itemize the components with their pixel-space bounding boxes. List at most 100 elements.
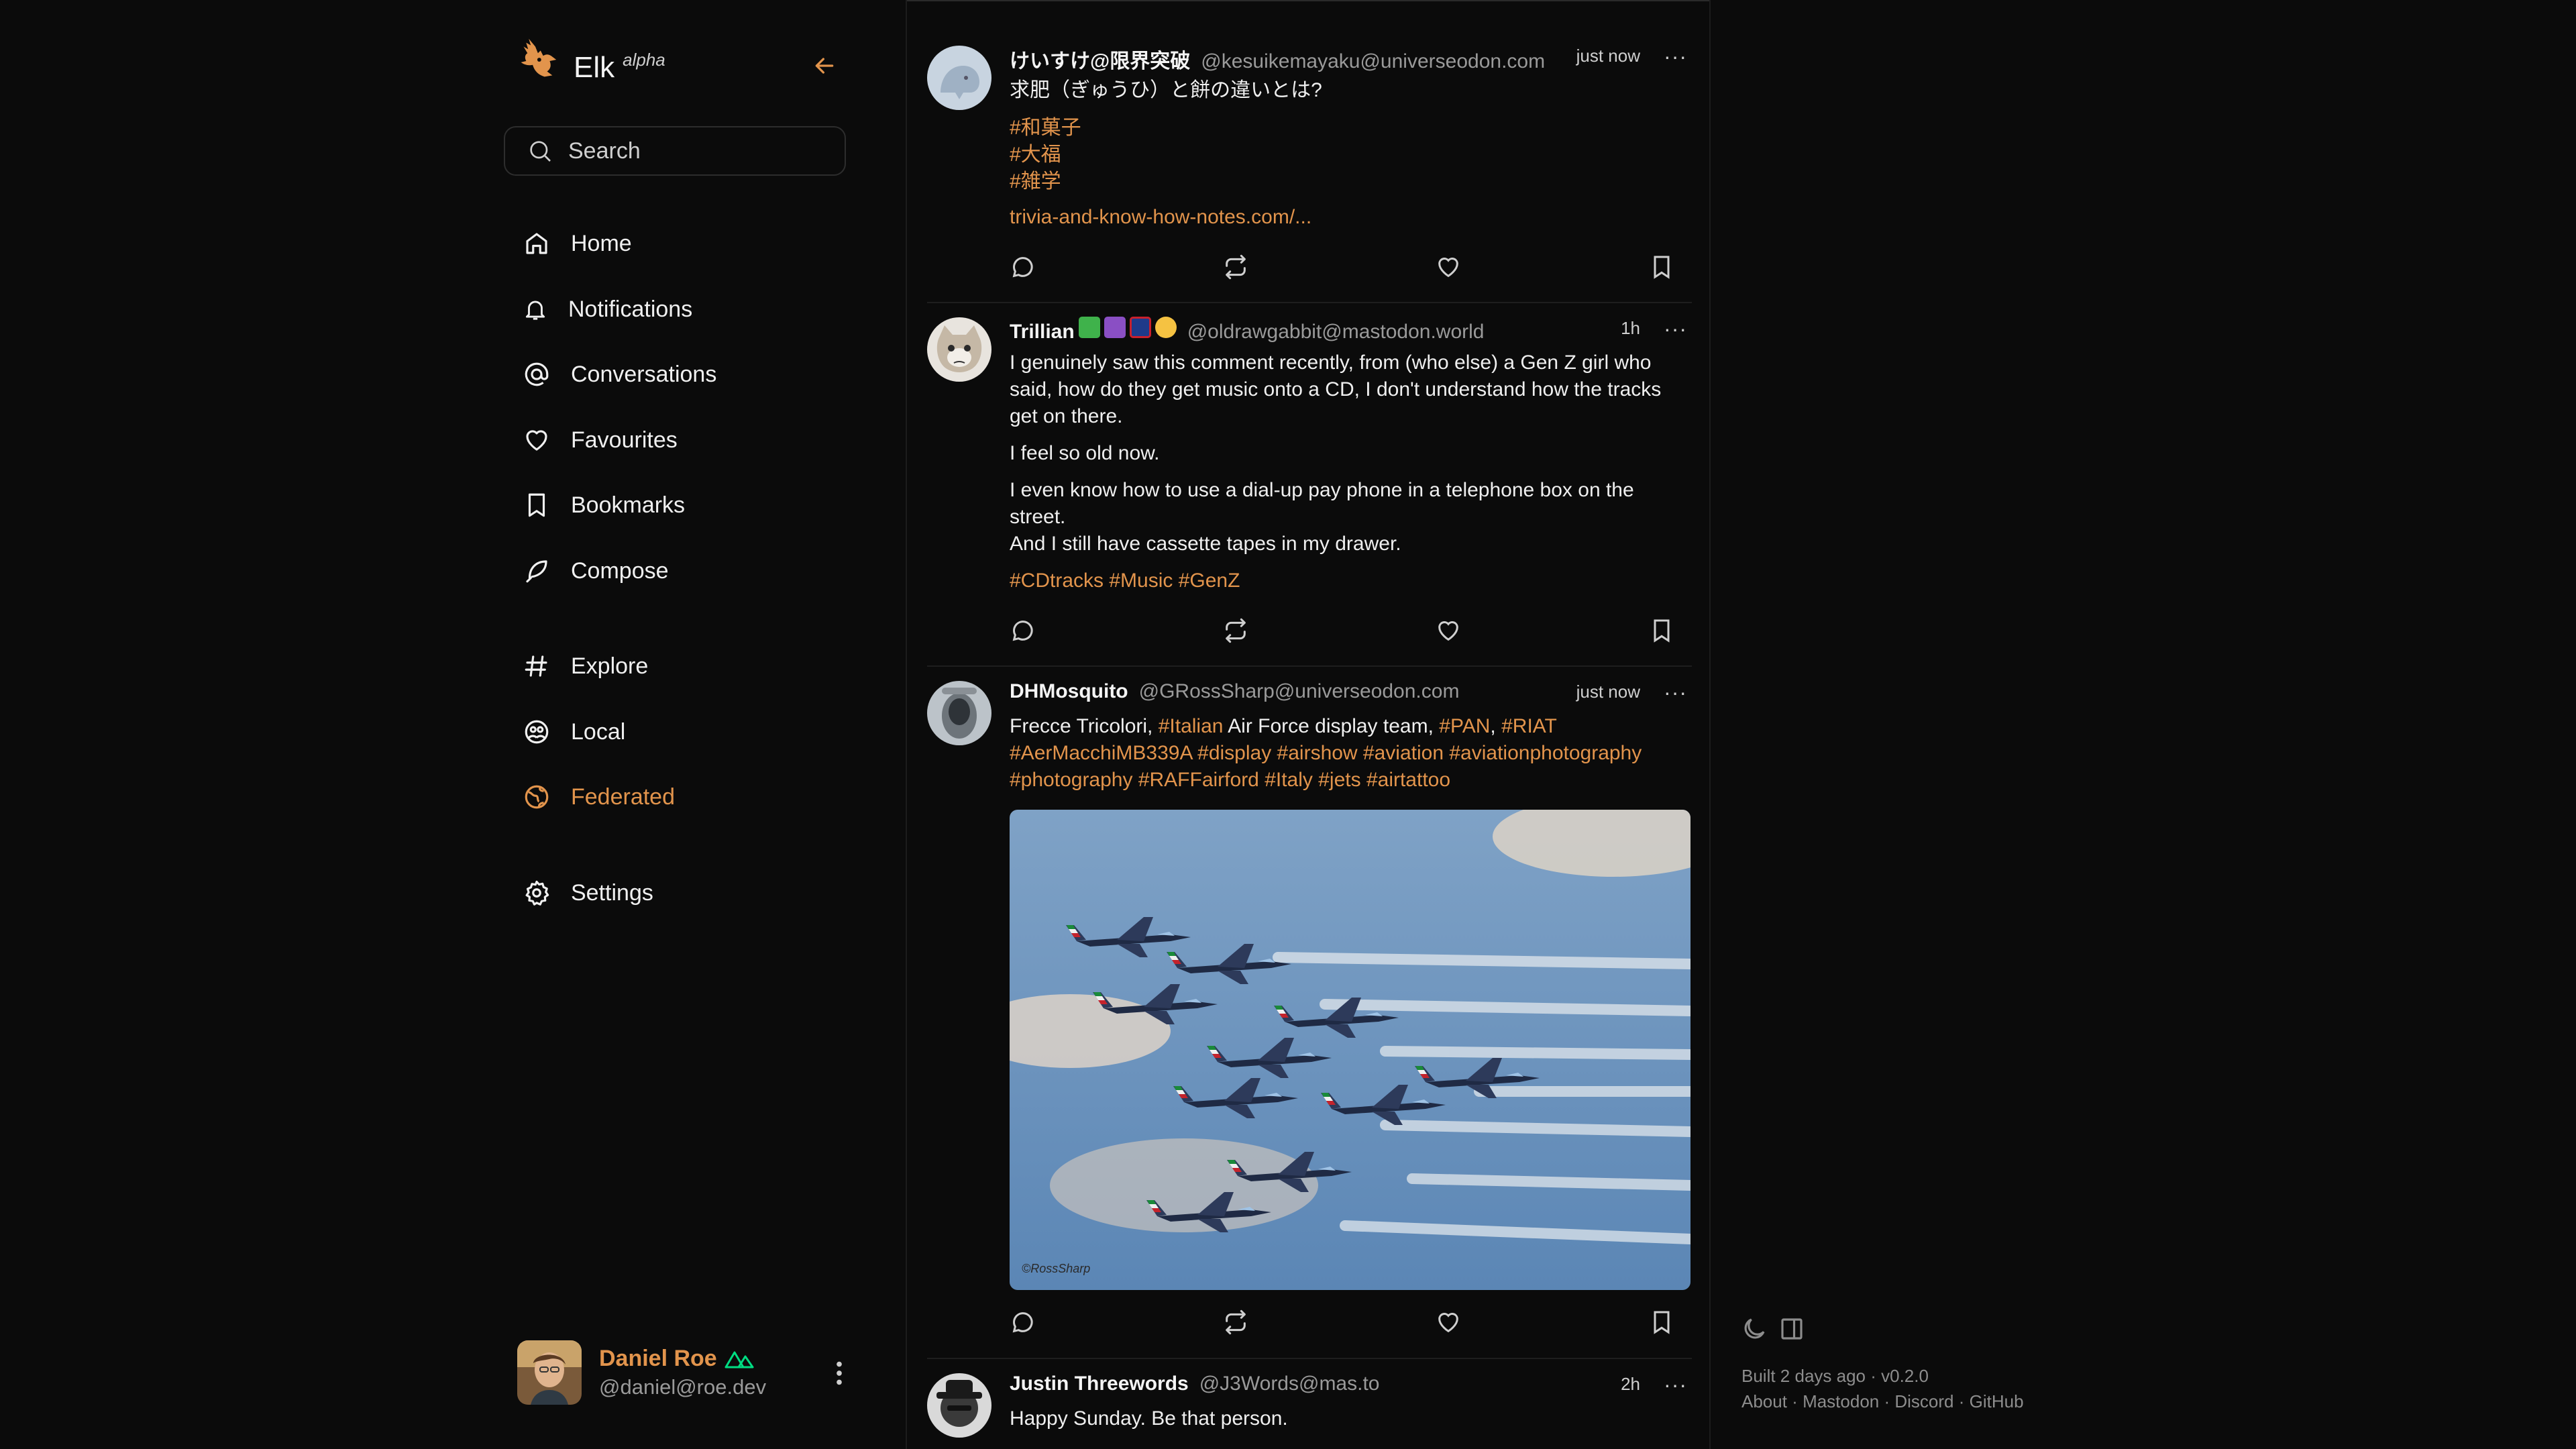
status-header: けいすけ@限界突破 @kesuikemayaku@universeodon.co… <box>1010 44 1687 74</box>
status-link[interactable]: trivia-and-know-how-notes.com/... <box>1010 204 1694 231</box>
current-user[interactable]: Daniel Roe @daniel@roe.dev <box>517 1340 846 1407</box>
author-handle[interactable]: @GRossSharp@universeodon.com <box>1139 680 1460 703</box>
more-icon[interactable]: ··· <box>1664 317 1687 341</box>
author-name[interactable]: けいすけ@限界突破 <box>1010 44 1190 74</box>
image-credit: ©RossSharp <box>1022 1262 1090 1275</box>
reply-icon[interactable] <box>1010 254 1036 280</box>
boost-icon[interactable] <box>1222 617 1249 644</box>
nav-settings[interactable]: Settings <box>523 869 831 916</box>
footer-link-about[interactable]: About <box>1741 1391 1787 1411</box>
search-box[interactable] <box>504 126 846 176</box>
search-input[interactable] <box>568 138 837 164</box>
theme-controls <box>1740 1315 1806 1343</box>
author-avatar[interactable] <box>927 317 991 382</box>
right-panel: Built 2 days ago · v0.2.0 About · Mastod… <box>1737 0 2073 1449</box>
boost-icon[interactable] <box>1222 1309 1249 1336</box>
more-vertical-icon[interactable] <box>827 1358 851 1389</box>
bookmark-icon[interactable] <box>1648 1309 1675 1336</box>
footer-link-mastodon[interactable]: Mastodon <box>1803 1391 1879 1411</box>
app-name: Elk <box>574 51 615 84</box>
status-header: Justin Threewords @J3Words@mas.to 2h ··· <box>1010 1373 1687 1397</box>
user-avatar[interactable] <box>517 1340 582 1405</box>
nav-home[interactable]: Home <box>523 220 831 267</box>
author-handle[interactable]: @kesuikemayaku@universeodon.com <box>1201 50 1545 73</box>
status-time[interactable]: just now <box>1576 46 1640 66</box>
reply-icon[interactable] <box>1010 617 1036 644</box>
reply-icon[interactable] <box>1010 1309 1036 1336</box>
status-paragraph: And I still have cassette tapes in my dr… <box>1010 533 1401 555</box>
brand[interactable]: Elk alpha <box>509 34 665 86</box>
more-icon[interactable]: ··· <box>1664 1373 1687 1397</box>
nav-bookmarks-label: Bookmarks <box>571 492 686 518</box>
status-body: Happy Sunday. Be that person. <box>1010 1405 1694 1442</box>
hashtag-link[interactable]: #和菓子 <box>1010 115 1694 142</box>
author-avatar[interactable] <box>927 1373 991 1438</box>
user-name: Daniel Roe <box>599 1346 717 1371</box>
author-handle[interactable]: @J3Words@mas.to <box>1199 1373 1380 1395</box>
author-avatar[interactable] <box>927 46 991 110</box>
status-text: 求肥（ぎゅうひ）と餅の違いとは? <box>1010 79 1322 101</box>
elk-logo <box>521 38 557 77</box>
status-actions <box>1010 254 1694 286</box>
more-icon[interactable]: ··· <box>1664 44 1687 69</box>
nav-explore-label: Explore <box>571 653 649 679</box>
divider <box>927 1358 1692 1359</box>
divider <box>907 0 1709 1</box>
bookmark-icon[interactable] <box>1648 254 1675 280</box>
status-actions <box>1010 617 1694 649</box>
divider <box>927 302 1692 303</box>
hashtag-link[interactable]: #大福 <box>1010 142 1694 168</box>
at-icon <box>525 362 549 386</box>
status-time[interactable]: 1h <box>1621 318 1640 339</box>
favourite-icon[interactable] <box>1435 1309 1462 1336</box>
favourite-icon[interactable] <box>1435 617 1462 644</box>
more-icon[interactable]: ··· <box>1664 680 1687 705</box>
favourite-icon[interactable] <box>1435 254 1462 280</box>
nav-local[interactable]: Local <box>523 708 831 755</box>
nav-compose[interactable]: Compose <box>523 547 831 594</box>
status-body: Frecce Tricolori, #Italian Air Force dis… <box>1010 713 1694 794</box>
status-time[interactable]: just now <box>1576 682 1640 702</box>
author-name[interactable]: Justin Threewords <box>1010 1373 1189 1395</box>
nav-notifications[interactable]: Notifications <box>523 286 831 333</box>
nav-settings-label: Settings <box>571 879 653 906</box>
sidebar-toggle-icon[interactable] <box>1778 1315 1806 1343</box>
hashtag-link[interactable]: #PAN <box>1439 715 1490 737</box>
status-paragraph: I genuinely saw this comment recently, f… <box>1010 352 1662 427</box>
bookmark-icon[interactable] <box>1648 617 1675 644</box>
nav-bookmarks[interactable]: Bookmarks <box>523 482 831 529</box>
status-time[interactable]: 2h <box>1621 1374 1640 1395</box>
status-paragraph: I feel so old now. <box>1010 442 1160 464</box>
footer-link-discord[interactable]: Discord <box>1894 1391 1953 1411</box>
bell-icon <box>525 301 545 320</box>
hashtag-link[interactable]: #RIAT <box>1501 715 1557 737</box>
nav-conversations[interactable]: Conversations <box>523 351 831 398</box>
footer-separator: · <box>1786 1391 1803 1411</box>
collapse-sidebar-icon[interactable] <box>811 52 838 79</box>
author-avatar[interactable] <box>927 681 991 745</box>
feather-icon <box>526 560 547 583</box>
moon-icon[interactable] <box>1740 1315 1768 1343</box>
status-image[interactable]: ©RossSharp <box>1010 810 1690 1290</box>
status-text: Happy Sunday. Be that person. <box>1010 1407 1288 1430</box>
nav-federated[interactable]: Federated <box>523 773 831 820</box>
group-icon <box>525 720 549 744</box>
app-tag: alpha <box>623 50 665 70</box>
nav-favourites[interactable]: Favourites <box>523 417 831 464</box>
nav-explore[interactable]: Explore <box>523 643 831 690</box>
hashtag-link[interactable]: #雑学 <box>1010 168 1694 195</box>
user-name-row: Daniel Roe <box>599 1346 755 1372</box>
nav-favourites-label: Favourites <box>571 427 678 453</box>
author-name[interactable]: Trillian <box>1010 321 1075 343</box>
footer-link-github[interactable]: GitHub <box>1970 1391 2024 1411</box>
heart-icon <box>526 430 547 451</box>
hashtag-link[interactable]: #Italian <box>1159 715 1224 737</box>
hashtag-links[interactable]: #CDtracks #Music #GenZ <box>1010 568 1694 594</box>
timeline[interactable]: けいすけ@限界突破 @kesuikemayaku@universeodon.co… <box>906 0 1711 1449</box>
author-name[interactable]: DHMosquito <box>1010 680 1128 703</box>
nav-home-label: Home <box>571 230 632 256</box>
search-icon <box>530 141 551 162</box>
hashtag-links[interactable]: #AerMacchiMB339A #display #airshow #avia… <box>1010 740 1694 794</box>
author-handle[interactable]: @oldrawgabbit@mastodon.world <box>1187 321 1485 343</box>
boost-icon[interactable] <box>1222 254 1249 280</box>
